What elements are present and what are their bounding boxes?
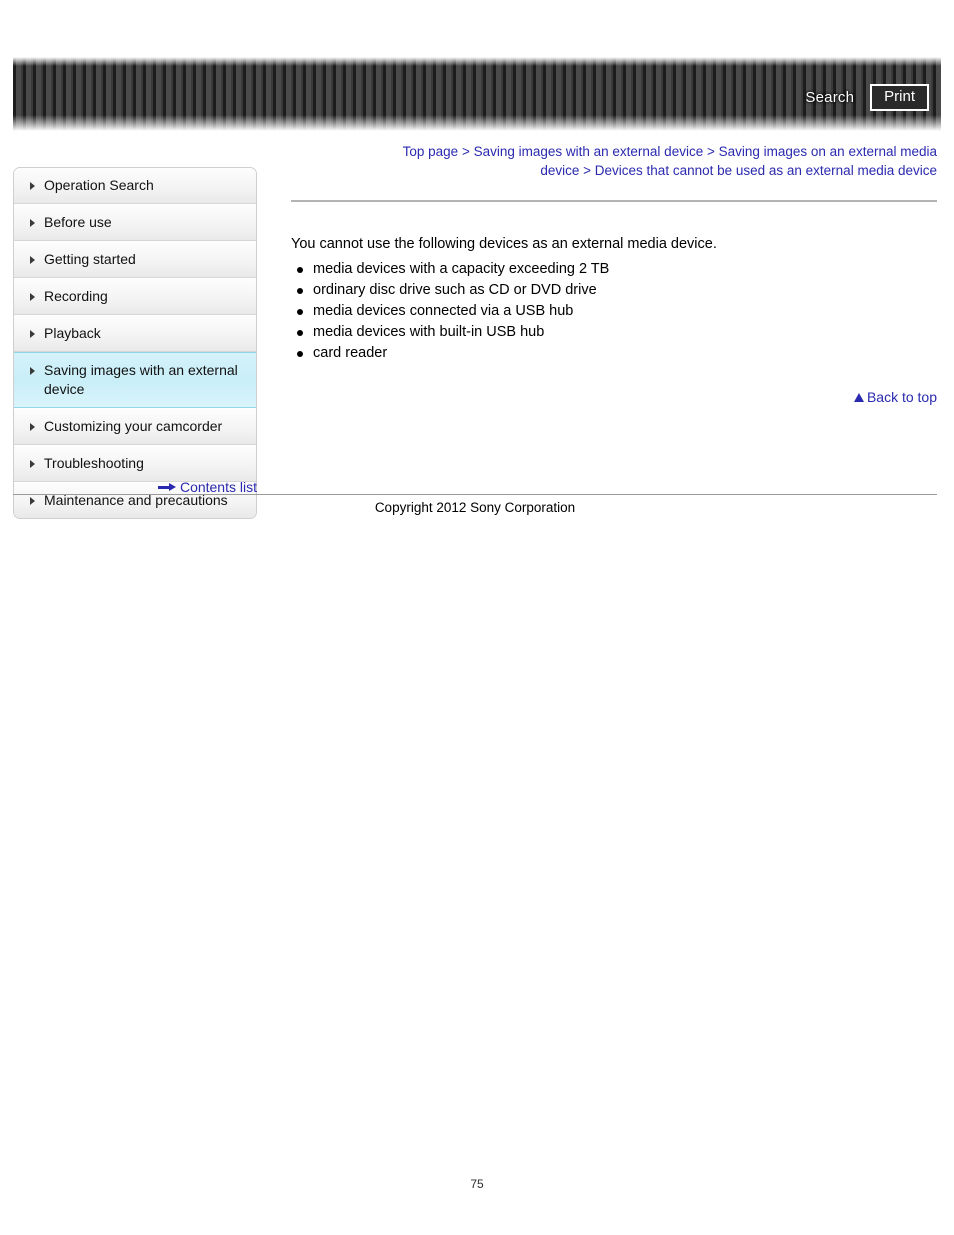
intro-text: You cannot use the following devices as … <box>291 236 717 252</box>
breadcrumb-item-current-page[interactable]: Devices that cannot be used as an extern… <box>595 163 937 178</box>
sidebar-item-label: Saving images with an external device <box>44 362 238 397</box>
sidebar-item-troubleshooting[interactable]: Troubleshooting <box>14 445 256 482</box>
sidebar-item-label: Before use <box>44 214 112 230</box>
header-banner: Search Print <box>13 57 941 131</box>
chevron-right-icon <box>30 293 35 301</box>
copyright-text: Copyright 2012 Sony Corporation <box>374 500 576 515</box>
header-actions: Search Print <box>803 84 929 111</box>
back-to-top-row: Back to top <box>291 389 937 405</box>
print-button[interactable]: Print <box>870 84 929 111</box>
chevron-right-icon <box>30 423 35 431</box>
sidebar-item-getting-started[interactable]: Getting started <box>14 241 256 278</box>
sidebar-item-before-use[interactable]: Before use <box>14 204 256 241</box>
list-item: media devices with built-in USB hub <box>291 323 937 343</box>
sidebar-item-recording[interactable]: Recording <box>14 278 256 315</box>
chevron-right-icon <box>30 367 35 375</box>
sidebar-nav: Operation Search Before use Getting star… <box>13 167 257 519</box>
contents-list-link[interactable]: Contents list <box>180 479 257 495</box>
breadcrumb: Top page > Saving images with an externa… <box>370 142 937 180</box>
chevron-right-icon <box>30 219 35 227</box>
sidebar-item-label: Operation Search <box>44 177 154 193</box>
triangle-up-icon <box>853 393 864 402</box>
chevron-right-icon <box>30 460 35 468</box>
list-item: ordinary disc drive such as CD or DVD dr… <box>291 281 937 301</box>
sidebar-item-playback[interactable]: Playback <box>14 315 256 352</box>
contents-list-row: Contents list <box>13 479 257 495</box>
chevron-right-icon <box>30 330 35 338</box>
sidebar-item-label: Getting started <box>44 251 136 267</box>
sidebar-item-saving-images-with-an-external-device[interactable]: Saving images with an external device <box>14 352 256 408</box>
sidebar-item-label: Recording <box>44 288 108 304</box>
breadcrumb-item-saving-images-external-device[interactable]: Saving images with an external device <box>474 144 704 159</box>
chevron-right-icon <box>30 256 35 264</box>
sidebar-item-label: Customizing your camcorder <box>44 418 223 434</box>
breadcrumb-item-top-page[interactable]: Top page <box>403 144 459 159</box>
list-item: media devices connected via a USB hub <box>291 302 937 322</box>
chevron-right-icon <box>30 182 35 190</box>
sidebar-item-label: Playback <box>44 325 101 341</box>
back-to-top-link[interactable]: Back to top <box>867 389 937 405</box>
content-divider <box>291 200 937 202</box>
main-content: You cannot use the following devices as … <box>291 200 937 365</box>
list-item: media devices with a capacity exceeding … <box>291 260 937 280</box>
list-item: card reader <box>291 344 937 364</box>
sidebar-item-operation-search[interactable]: Operation Search <box>14 168 256 204</box>
breadcrumb-separator: > <box>579 163 595 178</box>
arrow-right-icon <box>157 482 176 492</box>
breadcrumb-separator: > <box>458 144 474 159</box>
search-button[interactable]: Search <box>803 88 856 107</box>
sidebar-item-customizing-your-camcorder[interactable]: Customizing your camcorder <box>14 408 256 445</box>
page-number: 75 <box>470 1177 484 1191</box>
unsupported-device-list: media devices with a capacity exceeding … <box>291 260 937 364</box>
sidebar-item-label: Troubleshooting <box>44 455 144 471</box>
footer-divider <box>13 494 937 495</box>
breadcrumb-separator: > <box>703 144 719 159</box>
